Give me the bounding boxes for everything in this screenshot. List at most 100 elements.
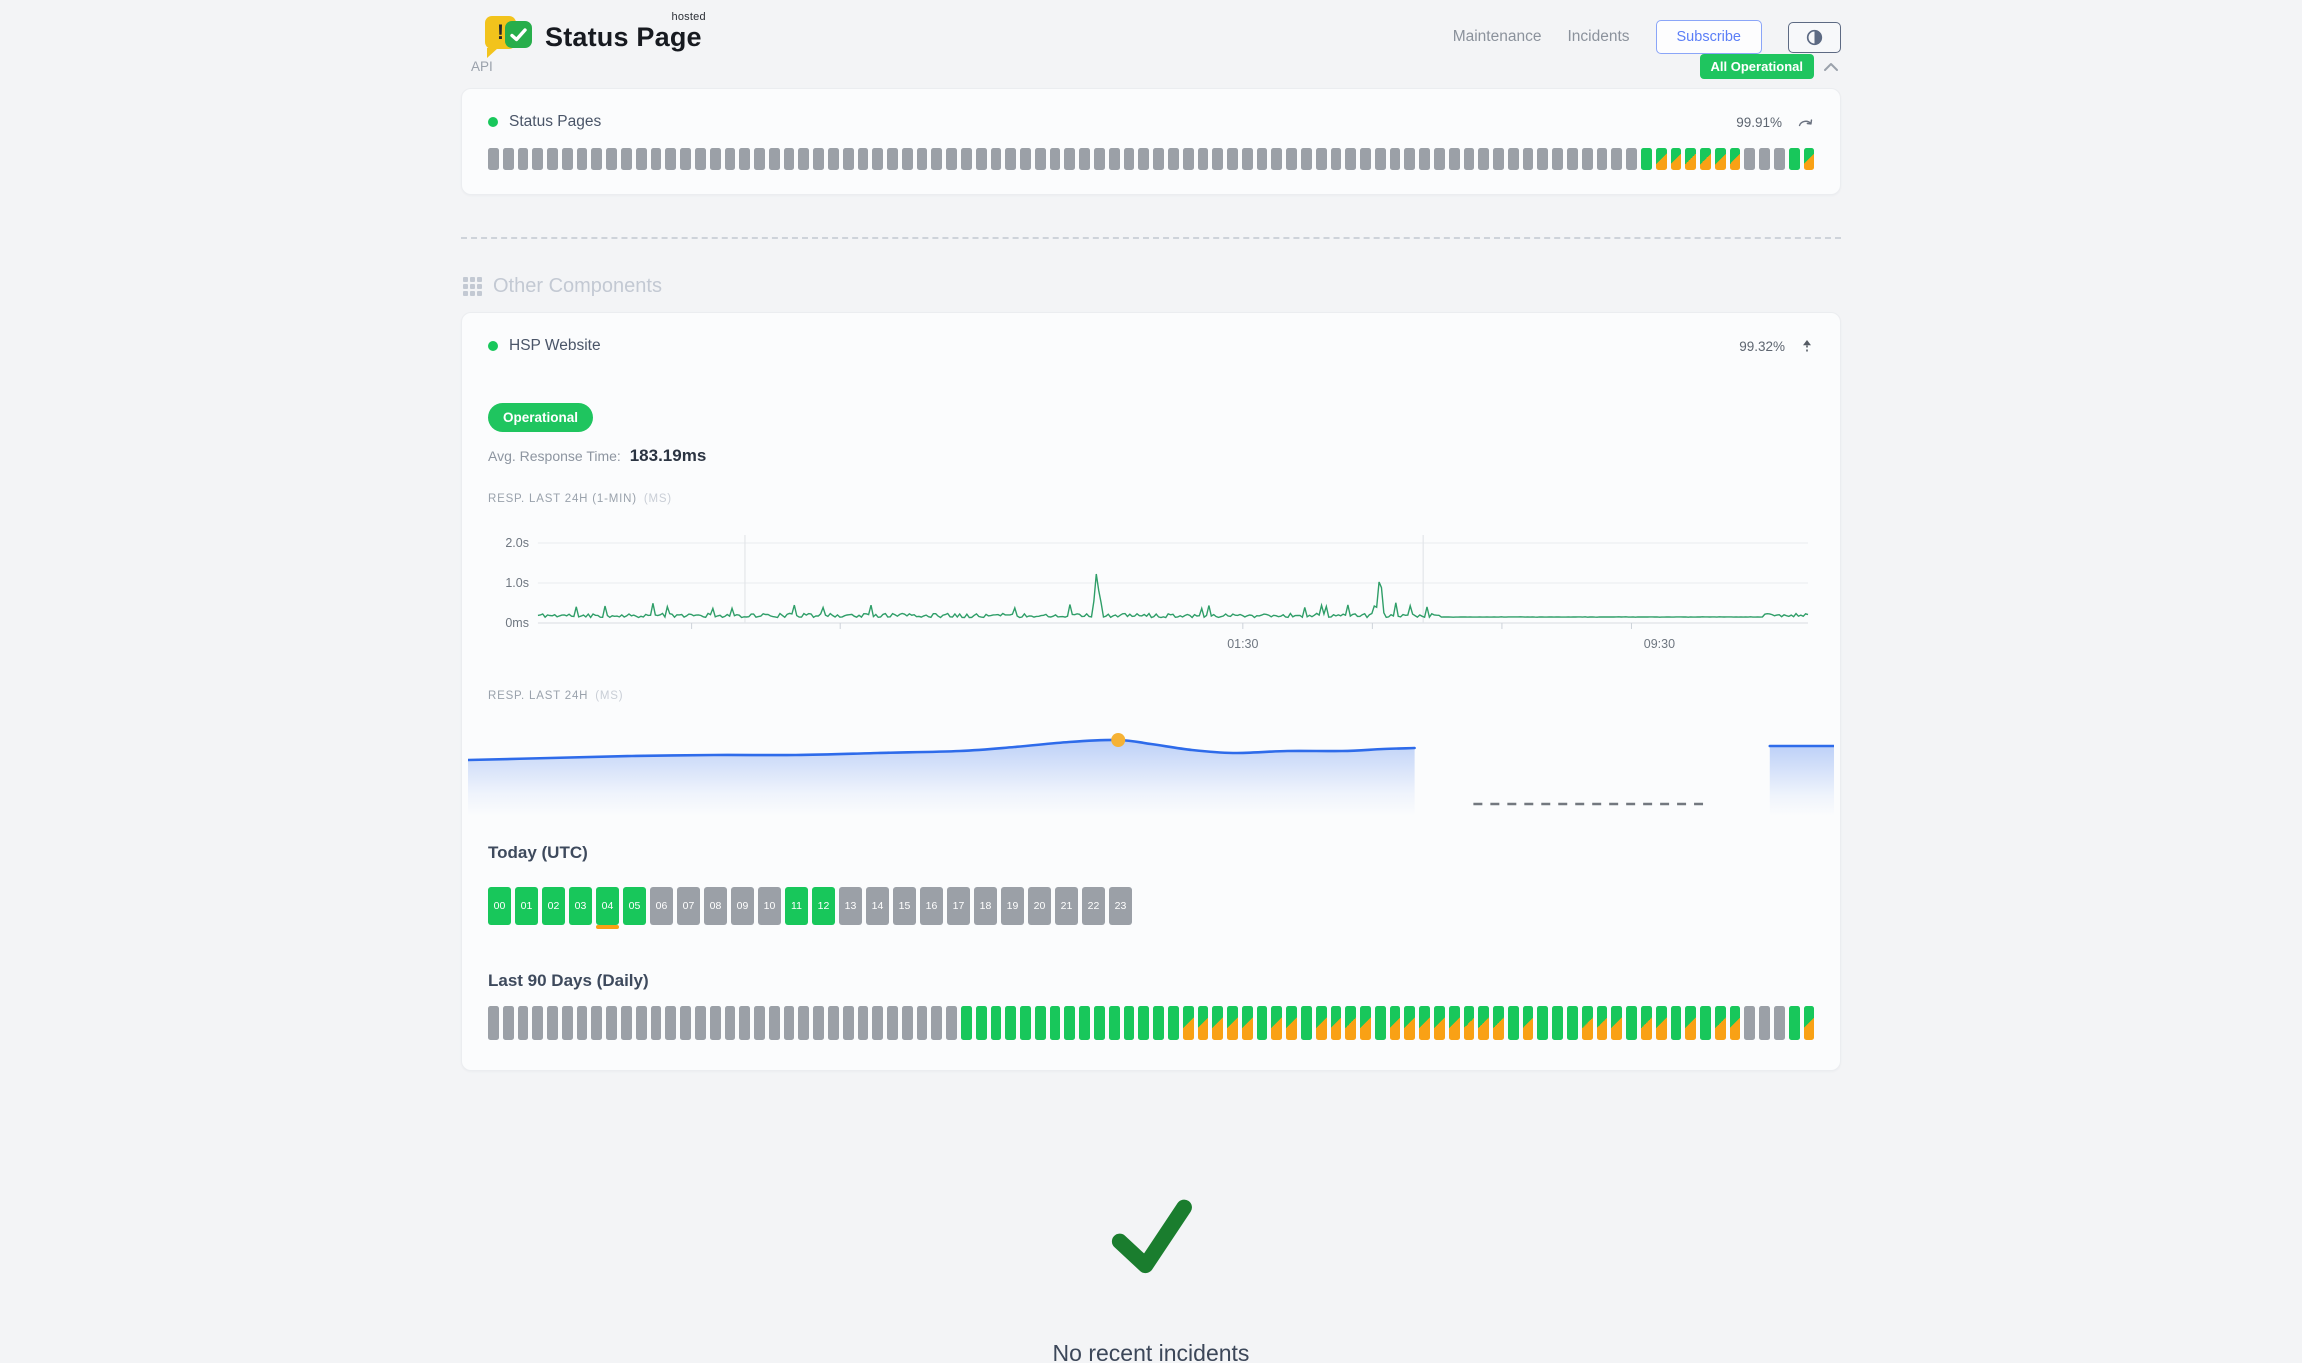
daily-bar bbox=[1685, 1006, 1696, 1040]
component-info: Status Pages bbox=[488, 113, 601, 131]
uptime-bar bbox=[1035, 148, 1046, 170]
daily-bar bbox=[636, 1006, 647, 1040]
hour-box-04: 04 bbox=[596, 887, 619, 925]
daily-bar bbox=[1271, 1006, 1282, 1040]
uptime-bar bbox=[1789, 148, 1800, 170]
daily-bar bbox=[1124, 1006, 1135, 1040]
theme-toggle-button[interactable] bbox=[1788, 22, 1841, 53]
overall-status-badge[interactable]: All Operational bbox=[1700, 54, 1814, 79]
daily-bar bbox=[1744, 1006, 1755, 1040]
header: ! Status Page hosted Maintenance Inciden… bbox=[461, 0, 1841, 60]
uptime-bar bbox=[1138, 148, 1149, 170]
uptime-bar bbox=[1523, 148, 1534, 170]
uptime-bar bbox=[1730, 148, 1741, 170]
daily-bar bbox=[887, 1006, 898, 1040]
hour-box-12: 12 bbox=[812, 887, 835, 925]
uptime-bar bbox=[1168, 148, 1179, 170]
daily-bar bbox=[1138, 1006, 1149, 1040]
daily-bar bbox=[1183, 1006, 1194, 1040]
uptime-bar bbox=[1079, 148, 1090, 170]
uptime-bar bbox=[1153, 148, 1164, 170]
uptime-bar bbox=[1582, 148, 1593, 170]
avg-response-label: Avg. Response Time: bbox=[488, 448, 621, 464]
uptime-bar bbox=[946, 148, 957, 170]
nav-maintenance[interactable]: Maintenance bbox=[1453, 28, 1542, 46]
daily-bar bbox=[1478, 1006, 1489, 1040]
daily-bar bbox=[917, 1006, 928, 1040]
uptime-bar bbox=[887, 148, 898, 170]
uptime-bar bbox=[739, 148, 750, 170]
daily-bar bbox=[665, 1006, 676, 1040]
subscribe-button[interactable]: Subscribe bbox=[1656, 20, 1762, 54]
uptime-bar bbox=[1552, 148, 1563, 170]
refresh-button[interactable] bbox=[1797, 116, 1814, 129]
status-dot bbox=[488, 117, 498, 127]
hour-box-00: 00 bbox=[488, 887, 511, 925]
uptime-bar bbox=[725, 148, 736, 170]
daily-bar bbox=[1641, 1006, 1652, 1040]
uptime-bar bbox=[769, 148, 780, 170]
uptime-bar bbox=[621, 148, 632, 170]
section-label-api: API bbox=[471, 59, 493, 74]
daily-bar bbox=[1212, 1006, 1223, 1040]
uptime-bar bbox=[1360, 148, 1371, 170]
avg-response-value: 183.19ms bbox=[630, 446, 707, 465]
uptime-bar bbox=[976, 148, 987, 170]
component-name: HSP Website bbox=[509, 337, 601, 355]
hour-box-14: 14 bbox=[866, 887, 889, 925]
uptime-bar bbox=[1700, 148, 1711, 170]
uptime-bar bbox=[872, 148, 883, 170]
uptime-bar bbox=[1316, 148, 1327, 170]
uptime-bar bbox=[1005, 148, 1016, 170]
daily-bar bbox=[518, 1006, 529, 1040]
daily-bar bbox=[1715, 1006, 1726, 1040]
daily-bar bbox=[1730, 1006, 1741, 1040]
big-checkmark-icon bbox=[1105, 1189, 1197, 1281]
daily-bar bbox=[1537, 1006, 1548, 1040]
uptime-bar bbox=[636, 148, 647, 170]
uptime-bar bbox=[1345, 148, 1356, 170]
daily-bar bbox=[1508, 1006, 1519, 1040]
uptime-bar bbox=[1064, 148, 1075, 170]
arrow-up-icon bbox=[1800, 339, 1814, 354]
uptime-bar bbox=[1804, 148, 1815, 170]
daily-bar bbox=[1035, 1006, 1046, 1040]
daily-bar bbox=[902, 1006, 913, 1040]
daily-bar bbox=[1198, 1006, 1209, 1040]
daily-bar bbox=[931, 1006, 942, 1040]
daily-bar bbox=[1227, 1006, 1238, 1040]
chevron-up-icon[interactable] bbox=[1823, 62, 1839, 72]
uptime-bar bbox=[1685, 148, 1696, 170]
component-name: Status Pages bbox=[509, 113, 601, 131]
hour-box-08: 08 bbox=[704, 887, 727, 925]
nav-incidents[interactable]: Incidents bbox=[1567, 28, 1629, 46]
hour-box-09: 09 bbox=[731, 887, 754, 925]
daily-bar bbox=[1626, 1006, 1637, 1040]
uptime-bar bbox=[1109, 148, 1120, 170]
uptime-bar bbox=[1537, 148, 1548, 170]
daily-bar bbox=[621, 1006, 632, 1040]
uptime-bar bbox=[1390, 148, 1401, 170]
overall-status: All Operational bbox=[1700, 54, 1839, 79]
today-hours: 0001020304050607080910111213141516171819… bbox=[488, 887, 1814, 925]
daily-bar bbox=[1301, 1006, 1312, 1040]
logo[interactable]: ! Status Page hosted bbox=[485, 14, 702, 60]
hour-box-20: 20 bbox=[1028, 887, 1051, 925]
uptime-bar bbox=[1198, 148, 1209, 170]
hour-box-05: 05 bbox=[623, 887, 646, 925]
daily-bar bbox=[813, 1006, 824, 1040]
uptime-bar bbox=[1626, 148, 1637, 170]
uptime-bar bbox=[1227, 148, 1238, 170]
uptime-bar bbox=[828, 148, 839, 170]
uptime-bar bbox=[518, 148, 529, 170]
daily-bar bbox=[961, 1006, 972, 1040]
daily-bar bbox=[725, 1006, 736, 1040]
hour-box-16: 16 bbox=[920, 887, 943, 925]
daily-bar bbox=[1153, 1006, 1164, 1040]
top-nav: Maintenance Incidents Subscribe bbox=[1453, 20, 1841, 54]
uptime-bar bbox=[547, 148, 558, 170]
uptime-bar bbox=[1404, 148, 1415, 170]
component-info: HSP Website bbox=[488, 337, 601, 355]
uptime-bar bbox=[754, 148, 765, 170]
today-title: Today (UTC) bbox=[488, 843, 1814, 863]
